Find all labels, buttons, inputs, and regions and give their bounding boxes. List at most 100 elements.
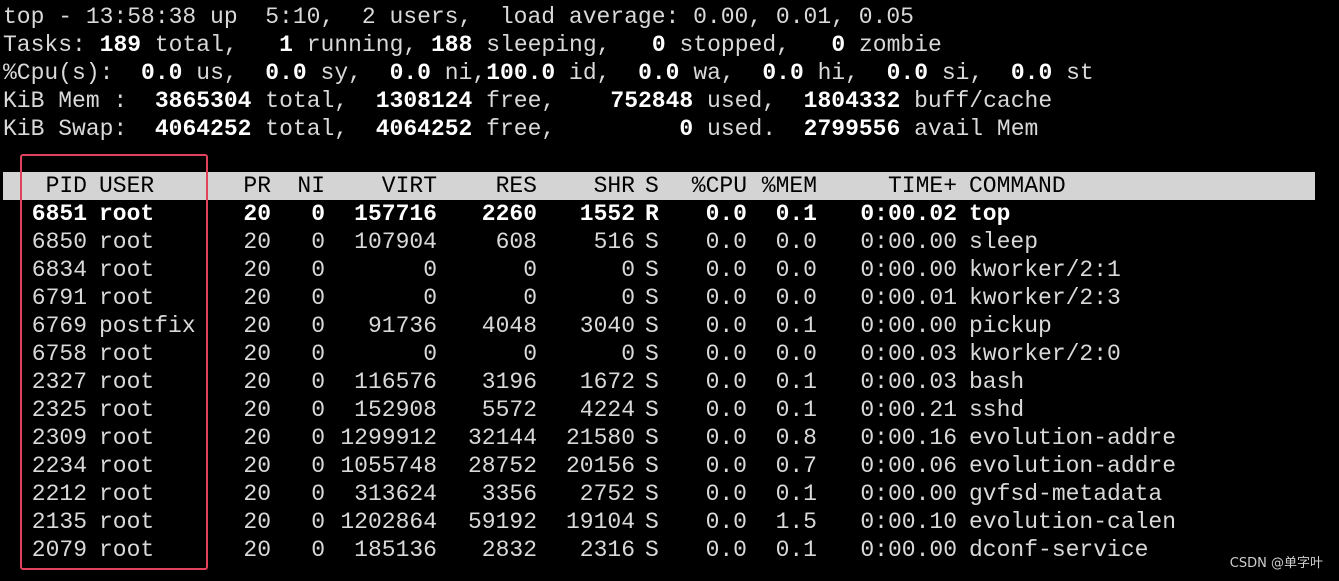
col-ni: NI [297,173,325,199]
cell-virt: 1202864 [340,509,437,535]
col-mem: %MEM [761,173,817,199]
col-virt: VIRT [381,173,437,199]
cell-virt: 157716 [354,201,437,227]
cell-time: 0:00.03 [860,341,957,367]
cell-res: 608 [495,229,537,255]
tasks-total: 189 [99,32,142,58]
cell-s: S [645,425,659,451]
cpu-st: 0.0 [1010,60,1053,86]
cell-cpu: 0.0 [705,397,747,423]
cell-command: top [969,201,1011,227]
top-summary: top - 13:58:38 up 5:10, 2 users, load av… [3,3,1336,143]
cell-mem: 0.0 [775,341,817,367]
cpu-st-label: st [1066,60,1094,86]
cpu-label: %Cpu(s): [3,60,114,86]
cpu-id: 100.0 [486,60,556,86]
tasks-label: Tasks: [3,32,86,58]
tasks-sleeping-label: sleeping, [486,32,611,58]
swap-avail: 2799556 [803,116,901,142]
cell-mem: 0.1 [775,397,817,423]
cell-res: 2260 [481,201,537,227]
swap-used-label: used. [707,116,777,142]
cell-shr: 1672 [579,369,635,395]
cpu-id-label: id, [569,60,611,86]
cell-s: S [645,341,659,367]
cpu-us: 0.0 [141,60,183,86]
cell-shr: 0 [621,341,635,367]
cell-command: kworker/2:0 [969,341,1121,367]
mem-label: KiB Mem : [3,88,128,114]
col-command: COMMAND [969,173,1066,199]
cell-cpu: 0.0 [705,201,747,227]
cell-time: 0:00.00 [860,313,957,339]
mem-used: 752848 [610,88,694,114]
col-s: S [645,173,659,199]
cell-time: 0:00.06 [860,453,957,479]
cell-time: 0:00.01 [860,285,957,311]
cell-shr: 0 [621,257,635,283]
cell-ni: 0 [311,285,325,311]
cell-res: 59192 [467,509,537,535]
cell-cpu: 0.0 [705,229,747,255]
cell-mem: 0.1 [775,201,817,227]
cell-res: 3196 [481,369,537,395]
cell-cpu: 0.0 [705,257,747,283]
cell-s: S [645,313,659,339]
cell-ni: 0 [311,341,325,367]
tasks-stopped: 0 [651,32,666,58]
cpu-wa-label: wa, [693,60,735,86]
cell-mem: 0.7 [775,453,817,479]
cell-s: S [645,369,659,395]
cell-mem: 0.0 [775,229,817,255]
swap-avail-label: avail Mem [914,116,1039,142]
cell-time: 0:00.00 [860,537,957,563]
cell-command: evolution-calen [969,509,1177,535]
cell-shr: 0 [621,285,635,311]
cpu-ni: 0.0 [389,60,431,86]
cell-command: kworker/2:1 [969,257,1121,283]
cell-virt: 0 [423,257,437,283]
cell-ni: 0 [311,425,325,451]
cell-s: S [645,481,659,507]
cell-mem: 0.8 [775,425,817,451]
tasks-sleeping: 188 [430,32,473,58]
cell-res: 3356 [481,481,537,507]
cell-virt: 1299912 [340,425,437,451]
cell-command: bash [969,369,1025,395]
cell-res: 2832 [481,537,537,563]
cell-ni: 0 [311,257,325,283]
cell-mem: 1.5 [775,509,817,535]
cell-mem: 0.1 [775,481,817,507]
cell-ni: 0 [311,397,325,423]
cell-res: 5572 [481,397,537,423]
cell-command: kworker/2:3 [969,285,1121,311]
cell-cpu: 0.0 [705,453,747,479]
cell-s: S [645,509,659,535]
cell-ni: 0 [311,537,325,563]
cell-shr: 20156 [565,453,635,479]
cell-mem: 0.0 [775,285,817,311]
cell-time: 0:00.03 [860,369,957,395]
cell-mem: 0.0 [775,257,817,283]
cell-shr: 3040 [579,313,635,339]
cell-shr: 19104 [565,509,635,535]
pid-user-highlight-box [20,154,208,570]
mem-buff: 1804332 [803,88,901,114]
cell-ni: 0 [311,229,325,255]
cell-s: S [645,453,659,479]
cell-res: 32144 [467,425,537,451]
cpu-hi-label: hi, [817,60,859,86]
cell-res: 4048 [481,313,537,339]
cell-command: pickup [969,313,1052,339]
cpu-us-label: us, [196,60,238,86]
tasks-running: 1 [279,32,293,58]
cell-command: gvfsd-metadata [969,481,1163,507]
cell-res: 28752 [467,453,537,479]
cell-virt: 0 [423,341,437,367]
cell-command: sshd [969,397,1025,423]
cell-ni: 0 [311,201,325,227]
col-shr: SHR [593,173,635,199]
tasks-stopped-label: stopped, [679,32,790,58]
cell-shr: 1552 [579,201,635,227]
cell-command: dconf-service [969,537,1149,563]
